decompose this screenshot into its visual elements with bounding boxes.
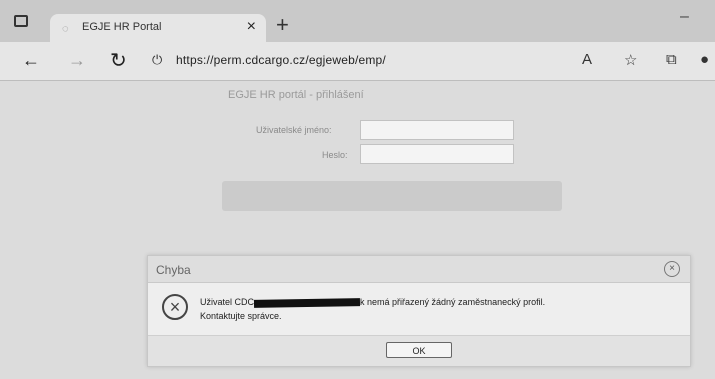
dialog-header: Chyba ×	[148, 256, 690, 283]
dialog-footer: OK	[148, 335, 690, 366]
page-content: EGJE HR portál - přihlášení Uživatelské …	[0, 81, 715, 379]
password-input[interactable]	[360, 144, 514, 164]
profile-icon[interactable]: ●	[700, 51, 709, 68]
forward-icon[interactable]: →	[68, 50, 86, 71]
minimize-button[interactable]: –	[680, 8, 689, 26]
favorites-icon[interactable]: ☆	[624, 51, 637, 69]
tab-close-button[interactable]: ×	[247, 18, 256, 36]
redaction-mark	[253, 297, 361, 308]
username-input[interactable]	[360, 120, 514, 140]
dialog-close-button[interactable]: ×	[664, 261, 680, 277]
login-title: EGJE HR portál - přihlášení	[228, 89, 364, 101]
back-icon[interactable]: ←	[22, 50, 40, 71]
username-label: Uživatelské jméno:	[256, 125, 332, 135]
tab-title: EGJE HR Portal	[82, 21, 162, 33]
error-dialog: Chyba × × Uživatel CDC k nemá přiřazený ž…	[147, 255, 691, 367]
window-menu-icon[interactable]	[14, 15, 28, 27]
login-button[interactable]	[222, 181, 562, 211]
error-message-line2: Kontaktujte správce.	[200, 311, 282, 321]
lock-icon[interactable]: ⏻	[152, 52, 162, 68]
new-tab-button[interactable]: +	[276, 12, 289, 38]
collections-icon[interactable]: ⧉	[666, 51, 677, 68]
dialog-title: Chyba	[156, 263, 191, 277]
read-aloud-icon[interactable]: A	[582, 51, 592, 68]
password-label: Heslo:	[322, 150, 348, 160]
error-message-suffix: k nemá přiřazený žádný zaměstnanecký pro…	[360, 297, 546, 307]
error-icon: ×	[162, 294, 188, 320]
browser-toolbar: ← → ↻ ⏻ https://perm.cdcargo.cz/egjeweb/…	[0, 42, 715, 81]
tab-favicon-icon: ◌	[62, 23, 69, 35]
error-message: Uživatel CDC k nemá přiřazený žádný zaměs…	[200, 297, 546, 308]
reload-icon[interactable]: ↻	[110, 48, 127, 73]
address-bar[interactable]: https://perm.cdcargo.cz/egjeweb/emp/	[176, 53, 386, 67]
error-message-prefix: Uživatel CDC	[200, 297, 255, 307]
browser-tab[interactable]: ◌ EGJE HR Portal ×	[50, 14, 266, 42]
browser-tab-bar: ◌ EGJE HR Portal × + –	[0, 0, 715, 42]
ok-button[interactable]: OK	[386, 342, 452, 358]
